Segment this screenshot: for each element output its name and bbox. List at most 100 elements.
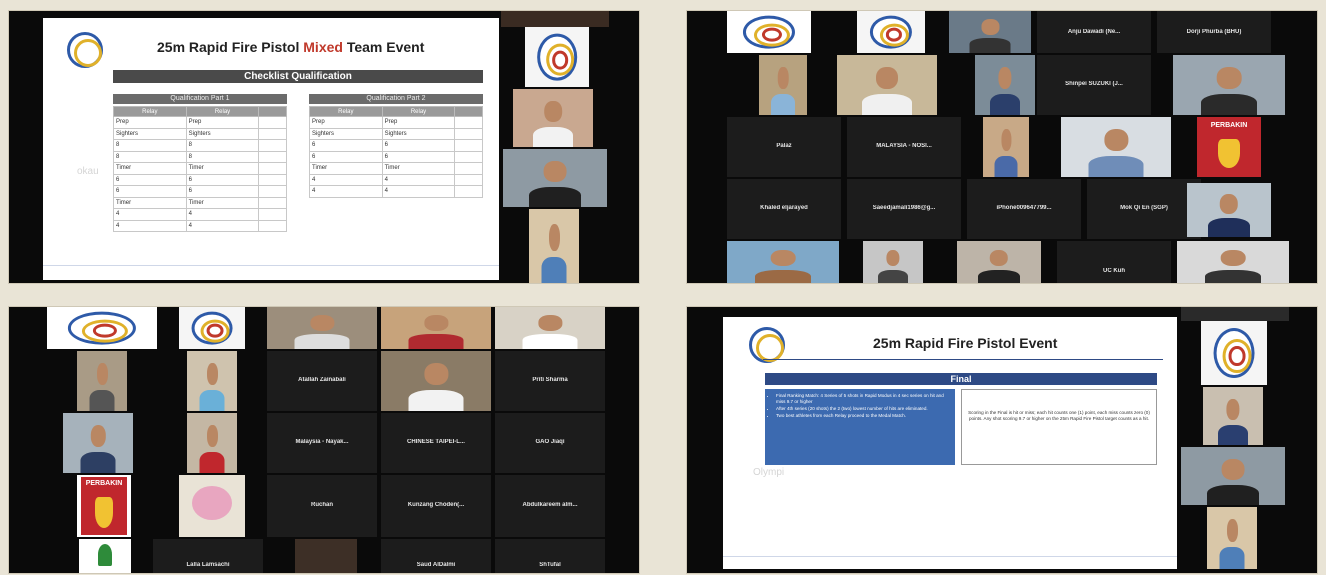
relay-col-header: Relay [309,106,383,117]
video-tile[interactable]: Priti Sharma [495,351,605,411]
part1-table: Relay Relay Prep Prep Sighters Sighters 8 8 8 8… [113,106,287,232]
video-tile[interactable] [1207,507,1257,569]
table-row: 66 [309,150,483,163]
video-tile[interactable] [187,413,237,473]
participant-video [978,249,1020,283]
video-tile[interactable] [1203,387,1263,445]
video-tile[interactable]: Saud AlDalmi [381,539,491,573]
video-tile[interactable]: UC Kuh [1057,241,1171,283]
video-tile[interactable]: Anju Dawadi (Ne... [1037,11,1151,53]
video-tile-logo[interactable] [1201,321,1267,385]
table-cell-blank [454,139,483,152]
video-tile[interactable] [295,539,357,573]
video-tile[interactable]: Palaz [727,117,841,177]
federation-logo [1213,328,1255,378]
video-tile[interactable] [1177,241,1289,283]
video-tile[interactable]: GAO Jiaqi [495,413,605,473]
video-tile[interactable]: Kunzang Choden(... [381,475,491,537]
video-tile[interactable]: Atallah Zainabali [267,351,377,411]
slide-footer-rule [723,556,1177,557]
video-tile-logo[interactable]: PERBAKIN [77,475,131,537]
perbakin-logo: PERBAKIN [81,477,127,535]
table-cell: Prep [113,116,187,129]
video-tile[interactable] [949,11,1031,53]
table-cell: 4 [381,173,456,186]
video-tile[interactable]: iPhone009647799... [967,179,1081,239]
video-tile[interactable]: Ruchan [267,475,377,537]
video-tile[interactable]: MALAYSIA - NOSI... [847,117,961,177]
checklist-header: Checklist Qualification [113,70,483,83]
video-tile[interactable] [63,413,133,473]
video-tile-logo[interactable] [727,11,811,53]
video-tile[interactable] [187,351,237,411]
table-cell: 8 [185,139,260,152]
video-tile[interactable] [975,55,1035,115]
video-tile[interactable]: Dorji Phurba (BHU) [1157,11,1271,53]
table-row: Timer Timer [113,162,287,175]
video-tile[interactable] [957,241,1041,283]
video-tile-logo[interactable] [79,539,131,573]
video-tile[interactable] [495,307,605,349]
video-tile[interactable] [381,351,491,411]
video-tile[interactable]: Abdulkareem alm... [495,475,605,537]
shared-slide: 25m Rapid Fire Pistol Mixed Team Event C… [43,18,499,280]
participant-video [199,425,225,473]
video-tile[interactable] [1187,183,1271,237]
video-tile[interactable]: Malaysia - Nayak... [267,413,377,473]
table-cell: 6 [309,150,383,163]
video-tile[interactable]: Saeedjamali1986@g... [847,179,961,239]
table-cell: Sighters [113,127,187,140]
video-tile[interactable] [863,241,923,283]
table-cell-blank [454,185,483,198]
video-tile[interactable] [267,307,377,349]
video-tile[interactable] [179,475,245,537]
video-tile-logo[interactable] [857,11,925,53]
video-tile-logo[interactable] [47,307,157,349]
blank-col-header [258,106,287,117]
video-tile[interactable] [77,351,127,411]
video-tile[interactable] [1181,307,1289,321]
table-cell-blank [258,127,287,140]
table-cell: Sighters [185,127,260,140]
video-tile[interactable]: Khaled eljarayed [727,179,841,239]
video-tile[interactable]: CHINESE TAIPEI-L... [381,413,491,473]
participant-video [1088,129,1144,177]
video-tile[interactable] [501,11,609,27]
participant-video [1205,249,1261,283]
table-row: Prep Prep [309,116,483,129]
video-tile[interactable] [759,55,807,115]
video-tile[interactable] [1181,447,1285,505]
table-row: 44 [113,219,287,232]
federation-logo [742,15,796,49]
video-tile[interactable] [727,241,839,283]
video-tile[interactable]: ShTufal [495,539,605,573]
table-cell-blank [454,162,483,175]
table-cell-blank [454,173,483,186]
video-tile[interactable] [983,117,1029,177]
flower-image [192,486,232,521]
video-tile[interactable] [503,149,607,207]
video-tile[interactable] [1173,55,1285,115]
video-tile[interactable] [381,307,491,349]
video-tile[interactable]: Shinpei SUZUKI (J... [1037,55,1151,115]
title-rule [763,359,1163,360]
table-cell: 8 [113,139,187,152]
video-tile[interactable] [1061,117,1171,177]
shared-slide: 25m Rapid Fire Pistol Event Final Final … [723,317,1177,569]
scoring-box: Scoring in the Final is hit or miss; eac… [961,389,1157,465]
table-row: 44 [309,173,483,186]
video-tile[interactable] [837,55,937,115]
participant-video [199,363,225,411]
table-cell-blank [258,219,287,232]
video-tile-logo[interactable]: PERBAKIN [1197,117,1261,177]
final-rules-list: Final Ranking Match: 4 Series of 5 shots… [770,393,950,419]
final-rules-box: Final Ranking Match: 4 Series of 5 shots… [765,389,955,465]
video-tile[interactable]: Lalla Lamsachi [153,539,263,573]
video-tile-logo[interactable] [525,27,589,87]
slide-title: 25m Rapid Fire Pistol Event [873,335,1058,351]
federation-logo [869,15,913,49]
video-tile[interactable]: Mok Qi En (SGP) [1087,179,1201,239]
video-tile-logo[interactable] [179,307,245,349]
video-tile[interactable] [513,89,593,147]
video-tile[interactable] [529,209,579,283]
